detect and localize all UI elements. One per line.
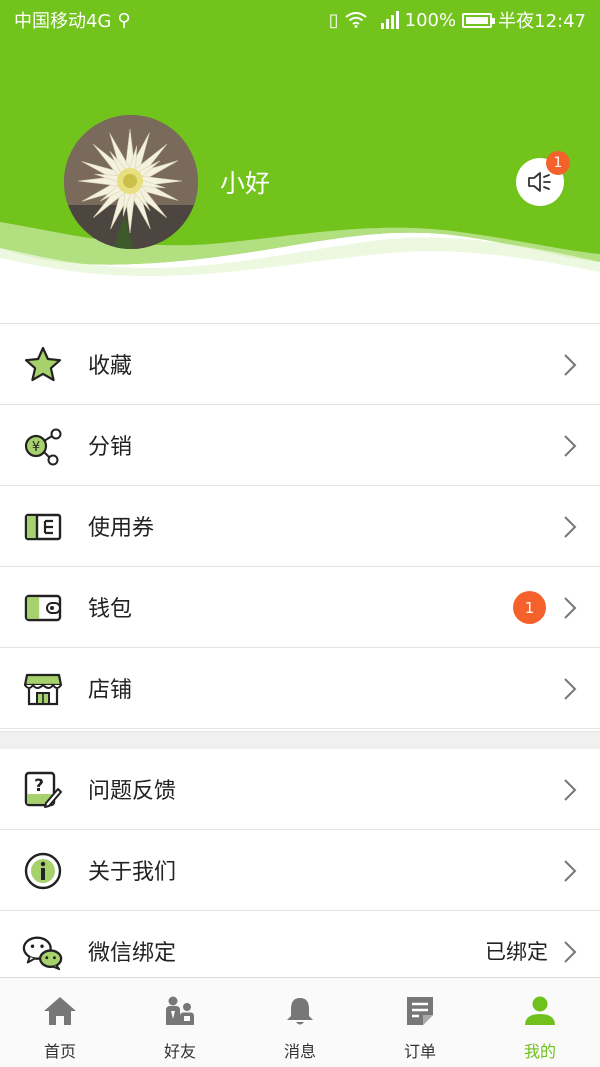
wechat-icon: [22, 931, 64, 973]
chevron-right-icon: [564, 516, 577, 538]
menu-item-label: 微信绑定: [88, 941, 177, 966]
tab-label: 我的: [523, 1042, 556, 1061]
menu-item-distribution[interactable]: ¥ 分销: [0, 405, 600, 486]
chevron-right-icon: [564, 941, 577, 963]
distribution-icon: ¥: [22, 425, 64, 467]
chevron-right-icon: [564, 435, 577, 457]
clock-text: 半夜12:47: [498, 11, 586, 32]
friends-icon: [162, 994, 198, 1028]
wallet-icon: [22, 587, 64, 629]
signal-icon: [380, 11, 399, 29]
battery-icon: [462, 12, 496, 28]
usb-icon: ⚲: [117, 9, 131, 31]
carrier-text: 中国移动4G: [14, 11, 112, 32]
menu-item-label: 关于我们: [88, 860, 177, 885]
flower-avatar-image: [64, 115, 198, 249]
profile-screen: 中国移动4G ⚲ ▯ 100% 半夜12:47 小好 1 收藏 ¥ 分销 使用券…: [0, 0, 600, 1067]
coupon-icon: [22, 506, 64, 548]
chevron-right-icon: [564, 597, 577, 619]
store-icon: [22, 668, 64, 710]
wechat-bind-status: 已绑定: [485, 940, 548, 964]
tab-label: 消息: [283, 1042, 316, 1061]
menu-item-label: 分销: [88, 435, 133, 460]
svg-text:?: ?: [34, 776, 44, 796]
bell-icon: [282, 994, 318, 1028]
status-bar: 中国移动4G ⚲ ▯ 100% 半夜12:47: [0, 0, 600, 40]
chevron-right-icon: [564, 779, 577, 801]
menu-item-label: 钱包: [88, 597, 133, 622]
section-divider: [0, 731, 600, 749]
menu-item-coupons[interactable]: 使用券: [0, 486, 600, 567]
feedback-icon: ?: [22, 769, 64, 811]
menu-item-feedback[interactable]: ? 问题反馈: [0, 749, 600, 830]
tab-mine[interactable]: 我的: [480, 978, 600, 1067]
menu-item-label: 问题反馈: [88, 779, 177, 804]
avatar[interactable]: [64, 115, 198, 249]
tab-label: 订单: [403, 1042, 436, 1061]
bottom-tab-bar: 首页 好友 消息 订单 我的: [0, 977, 600, 1067]
chevron-right-icon: [564, 354, 577, 376]
menu-item-about-us[interactable]: 关于我们: [0, 830, 600, 911]
menu-item-label: 店铺: [88, 678, 133, 703]
tab-friends[interactable]: 好友: [120, 978, 240, 1067]
info-icon: [22, 850, 64, 892]
star-icon: [22, 344, 64, 386]
tab-messages[interactable]: 消息: [240, 978, 360, 1067]
profile-header: 中国移动4G ⚲ ▯ 100% 半夜12:47 小好 1: [0, 0, 600, 300]
chevron-right-icon: [564, 678, 577, 700]
order-icon: [402, 994, 438, 1028]
home-icon: [42, 994, 78, 1028]
tab-label: 首页: [43, 1042, 76, 1061]
menu-item-wallet[interactable]: 钱包 1: [0, 567, 600, 648]
menu-group-main: 收藏 ¥ 分销 使用券 钱包 1 店铺: [0, 323, 600, 729]
chevron-right-icon: [564, 860, 577, 882]
wallet-badge: 1: [513, 591, 546, 624]
tab-orders[interactable]: 订单: [360, 978, 480, 1067]
tab-label: 好友: [163, 1042, 196, 1061]
speaker-icon: [528, 172, 551, 192]
notification-badge: 1: [546, 151, 570, 175]
menu-item-label: 收藏: [88, 354, 133, 379]
tab-home[interactable]: 首页: [0, 978, 120, 1067]
svg-text:¥: ¥: [32, 440, 40, 455]
vibrate-icon: ▯: [328, 9, 339, 31]
menu-item-favorites[interactable]: 收藏: [0, 324, 600, 405]
battery-percent: 100%: [404, 9, 457, 31]
username: 小好: [220, 169, 271, 198]
menu-item-store[interactable]: 店铺: [0, 648, 600, 729]
person-icon: [522, 994, 558, 1028]
menu-group-secondary: ? 问题反馈 关于我们 微信绑定 已绑定: [0, 749, 600, 992]
wifi-icon: [345, 12, 367, 28]
menu-item-label: 使用券: [88, 516, 155, 541]
